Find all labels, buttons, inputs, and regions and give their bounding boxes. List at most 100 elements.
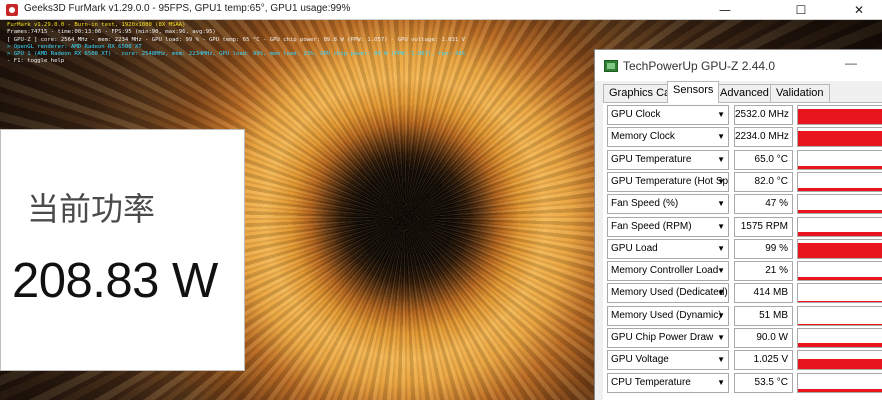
- sensor-value: 47 %: [734, 194, 793, 215]
- sensor-row: GPU Chip Power Draw ▼ 90.0 W: [607, 328, 882, 348]
- sensor-row: Fan Speed (%) ▼ 47 %: [607, 194, 882, 215]
- dropdown-arrow-icon: ▼: [717, 154, 725, 164]
- sensor-row: Memory Controller Load ▼ 21 %: [607, 261, 882, 282]
- dropdown-arrow-icon: ▼: [717, 110, 725, 119]
- sensor-name-label: CPU Temperature: [611, 376, 691, 388]
- sensor-graph: [797, 328, 882, 348]
- dropdown-arrow-icon: ▼: [717, 333, 725, 342]
- sensor-row: GPU Load ▼ 99 %: [607, 238, 882, 259]
- dropdown-arrow-icon: ▼: [717, 243, 725, 253]
- gpuz-window: TechPowerUp GPU-Z 2.44.0 — Graphics Card…: [594, 49, 882, 400]
- sensor-name-label: GPU Load: [611, 242, 658, 254]
- dropdown-arrow-icon: ▼: [717, 221, 725, 231]
- sensor-graph: [797, 350, 882, 371]
- tab-advanced[interactable]: Advanced: [714, 84, 775, 103]
- dropdown-arrow-icon: ▼: [717, 355, 725, 365]
- power-panel: 当前功率 208.83 W: [0, 129, 245, 371]
- sensor-name-label: Memory Used (Dedicated): [611, 287, 728, 299]
- sensor-row: GPU Voltage ▼ 1.025 V: [607, 350, 882, 371]
- sensor-name-label: GPU Voltage: [611, 354, 669, 366]
- sensor-name-dropdown[interactable]: Fan Speed (%) ▼: [607, 194, 729, 215]
- furmark-window-title: Geeks3D FurMark v1.29.0.0 - 95FPS, GPU1 …: [24, 3, 351, 14]
- sensor-row: GPU Temperature (Hot Spot) ▼ 82.0 °C: [607, 171, 882, 192]
- sensor-graph-fill: [798, 131, 882, 147]
- sensor-name-dropdown[interactable]: Fan Speed (RPM) ▼: [607, 216, 729, 237]
- gpuz-titlebar[interactable]: TechPowerUp GPU-Z 2.44.0 —: [595, 50, 882, 81]
- sensor-name-dropdown[interactable]: GPU Voltage ▼: [607, 350, 729, 371]
- furmark-osd: FurMark v1.29.0.0 - Burn-in test, 1920x1…: [7, 22, 507, 66]
- sensor-graph-fill: [798, 209, 882, 214]
- sensor-graph-fill: [798, 323, 882, 325]
- gpuz-window-title: TechPowerUp GPU-Z 2.44.0: [623, 59, 776, 73]
- sensor-graph: [797, 238, 882, 259]
- tab-sensors[interactable]: Sensors: [667, 81, 720, 103]
- sensor-graph-fill: [798, 343, 882, 347]
- sensor-graph-fill: [798, 300, 882, 303]
- sensor-value: 82.0 °C: [734, 171, 793, 192]
- gpuz-minimize-button[interactable]: —: [845, 56, 861, 70]
- close-button[interactable]: ✕: [836, 0, 882, 20]
- sensor-name-dropdown[interactable]: GPU Chip Power Draw ▼: [607, 328, 729, 348]
- sensor-value: 90.0 W: [734, 328, 793, 348]
- sensor-graph: [797, 305, 882, 326]
- maximize-button[interactable]: ☐: [778, 0, 824, 20]
- sensor-name-label: GPU Temperature: [611, 153, 692, 165]
- sensor-name-dropdown[interactable]: CPU Temperature ▼: [607, 372, 729, 393]
- sensor-graph: [797, 261, 882, 282]
- sensor-name-dropdown[interactable]: GPU Load ▼: [607, 238, 729, 259]
- current-power-value: 208.83 W: [12, 254, 218, 308]
- sensor-row: Fan Speed (RPM) ▼ 1575 RPM: [607, 216, 882, 237]
- sensor-graph-fill: [798, 165, 882, 169]
- gpuz-app-icon: [604, 60, 618, 72]
- minimize-button[interactable]: —: [702, 0, 748, 20]
- sensor-name-label: Memory Used (Dynamic): [611, 309, 722, 321]
- sensor-name-label: Memory Controller Load: [611, 265, 719, 277]
- sensor-graph: [797, 105, 882, 125]
- sensor-name-dropdown[interactable]: GPU Temperature ▼: [607, 149, 729, 170]
- sensor-value: 414 MB: [734, 283, 793, 304]
- sensor-row: GPU Temperature ▼ 65.0 °C: [607, 149, 882, 170]
- sensor-name-dropdown[interactable]: GPU Clock ▼: [607, 105, 729, 125]
- osd-line: - F1: toggle help: [7, 58, 65, 65]
- sensor-graph: [797, 216, 882, 237]
- sensor-row: Memory Clock ▼ 2234.0 MHz: [607, 127, 882, 148]
- sensor-name-label: GPU Clock: [611, 109, 661, 120]
- current-power-label: 当前功率: [27, 190, 156, 228]
- osd-line: FurMark v1.29.0.0 - Burn-in test, 1920x1…: [7, 22, 186, 28]
- sensor-graph-fill: [798, 242, 882, 258]
- osd-line: Frames:74715 - time:00:13:06 - FPS:95 (m…: [7, 29, 216, 36]
- sensor-graph: [797, 283, 882, 304]
- sensor-name-dropdown[interactable]: Memory Controller Load ▼: [607, 261, 729, 282]
- sensor-value: 99 %: [734, 238, 793, 259]
- osd-line: [ GPU-Z ] core: 2564 MHz - mem: 2234 MHz…: [7, 36, 466, 43]
- sensor-name-label: GPU Temperature (Hot Spot): [611, 175, 729, 187]
- sensor-name-dropdown[interactable]: Memory Used (Dedicated) ▼: [607, 283, 729, 304]
- sensor-name-dropdown[interactable]: Memory Clock ▼: [607, 127, 729, 148]
- sensor-graph-fill: [798, 188, 882, 191]
- sensor-graph-fill: [798, 388, 882, 392]
- furmark-titlebar[interactable]: Geeks3D FurMark v1.29.0.0 - 95FPS, GPU1 …: [0, 0, 882, 20]
- tab-validation[interactable]: Validation: [770, 84, 830, 103]
- sensor-value: 53.5 °C: [734, 372, 793, 393]
- sensor-name-dropdown[interactable]: GPU Temperature (Hot Spot) ▼: [607, 171, 729, 192]
- osd-line: > GPU 1 (AMD Radeon RX 6500 XT) - core: …: [7, 51, 466, 58]
- dropdown-arrow-icon: ▼: [717, 310, 725, 320]
- sensor-name-label: Fan Speed (RPM): [611, 220, 692, 232]
- dropdown-arrow-icon: ▼: [717, 176, 725, 186]
- sensor-graph: [797, 194, 882, 215]
- sensor-row: CPU Temperature ▼ 53.5 °C: [607, 372, 882, 393]
- sensor-name-label: GPU Chip Power Draw: [611, 332, 714, 343]
- sensor-name-dropdown[interactable]: Memory Used (Dynamic) ▼: [607, 305, 729, 326]
- sensor-value: 65.0 °C: [734, 149, 793, 170]
- sensor-value: 1575 RPM: [734, 216, 793, 237]
- sensor-value: 2532.0 MHz: [734, 105, 793, 125]
- sensor-row: GPU Clock ▼ 2532.0 MHz: [607, 105, 882, 125]
- sensor-graph: [797, 127, 882, 148]
- dropdown-arrow-icon: ▼: [717, 266, 725, 276]
- sensor-value: 2234.0 MHz: [734, 127, 793, 148]
- dropdown-arrow-icon: ▼: [717, 377, 725, 387]
- sensor-row: Memory Used (Dedicated) ▼ 414 MB: [607, 283, 882, 304]
- furmark-app-icon: [6, 4, 18, 16]
- dropdown-arrow-icon: ▼: [717, 132, 725, 142]
- osd-line: > OpenGL renderer: AMD Radeon RX 6500 XT: [7, 43, 142, 50]
